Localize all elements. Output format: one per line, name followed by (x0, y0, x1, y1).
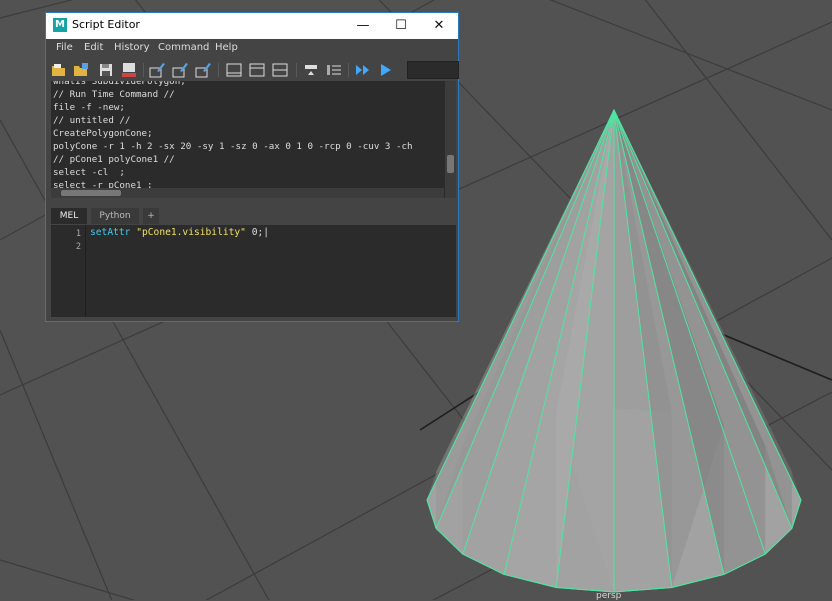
save-script-icon[interactable] (98, 62, 114, 78)
menu-command[interactable]: Command (158, 42, 209, 53)
toolbar (46, 59, 459, 81)
horizontal-scroll-thumb[interactable] (61, 190, 121, 196)
line-numbers-icon[interactable] (326, 62, 342, 78)
source-script-icon[interactable] (73, 62, 89, 78)
title-bar[interactable]: M Script Editor — ☐ ✕ (46, 13, 458, 39)
menu-bar: File Edit History Command Help (46, 39, 458, 59)
toolbar-separator (348, 63, 349, 77)
clear-history-icon[interactable] (149, 62, 165, 78)
toolbar-separator (218, 63, 219, 77)
line-number-gutter: 1 2 (51, 225, 86, 317)
echo-all-commands-icon[interactable] (303, 62, 319, 78)
show-input-only-icon[interactable] (249, 62, 265, 78)
minimize-button[interactable]: — (344, 13, 382, 39)
history-horizontal-scrollbar[interactable] (51, 188, 444, 198)
add-tab-button[interactable]: + (143, 208, 159, 224)
script-input-area[interactable]: 1 2 setAttr "pCone1.visibility" 0;| (51, 225, 456, 317)
close-button[interactable]: ✕ (420, 13, 458, 39)
code-string: "pCone1.visibility" (136, 227, 246, 238)
menu-help[interactable]: Help (215, 42, 238, 53)
history-vertical-scrollbar[interactable] (445, 81, 456, 198)
history-output: whatIs SubdividePolygon; // Run Time Com… (53, 81, 413, 191)
menu-edit[interactable]: Edit (84, 42, 103, 53)
window-title: Script Editor (72, 18, 140, 31)
pane-splitter[interactable] (51, 199, 456, 204)
show-both-icon[interactable] (272, 62, 288, 78)
script-code[interactable]: setAttr "pCone1.visibility" 0;| (90, 227, 269, 238)
history-pane[interactable]: whatIs SubdividePolygon; // Run Time Com… (51, 81, 456, 198)
open-script-icon[interactable] (51, 62, 67, 78)
tab-mel[interactable]: MEL (51, 208, 87, 224)
line-number: 1 (75, 229, 81, 239)
clear-all-icon[interactable] (195, 62, 211, 78)
tab-python[interactable]: Python (91, 208, 139, 224)
toolbar-separator (143, 63, 144, 77)
clear-input-icon[interactable] (172, 62, 188, 78)
line-number: 2 (75, 242, 81, 252)
quick-command-field[interactable] (407, 61, 459, 79)
vertical-scroll-thumb[interactable] (447, 155, 454, 173)
script-editor-window[interactable]: M Script Editor — ☐ ✕ File Edit History … (45, 12, 459, 322)
execute-icon[interactable] (378, 62, 394, 78)
language-tabs: MEL Python + (51, 208, 456, 225)
code-rest: 0; (245, 227, 264, 238)
maya-app-icon: M (53, 18, 67, 32)
code-command: setAttr (90, 227, 137, 238)
menu-file[interactable]: File (56, 42, 73, 53)
save-to-shelf-icon[interactable] (121, 62, 137, 78)
execute-all-icon[interactable] (355, 62, 371, 78)
maximize-button[interactable]: ☐ (382, 13, 420, 39)
toolbar-separator (296, 63, 297, 77)
show-history-only-icon[interactable] (226, 62, 242, 78)
menu-history[interactable]: History (114, 42, 150, 53)
text-cursor: | (263, 227, 270, 238)
